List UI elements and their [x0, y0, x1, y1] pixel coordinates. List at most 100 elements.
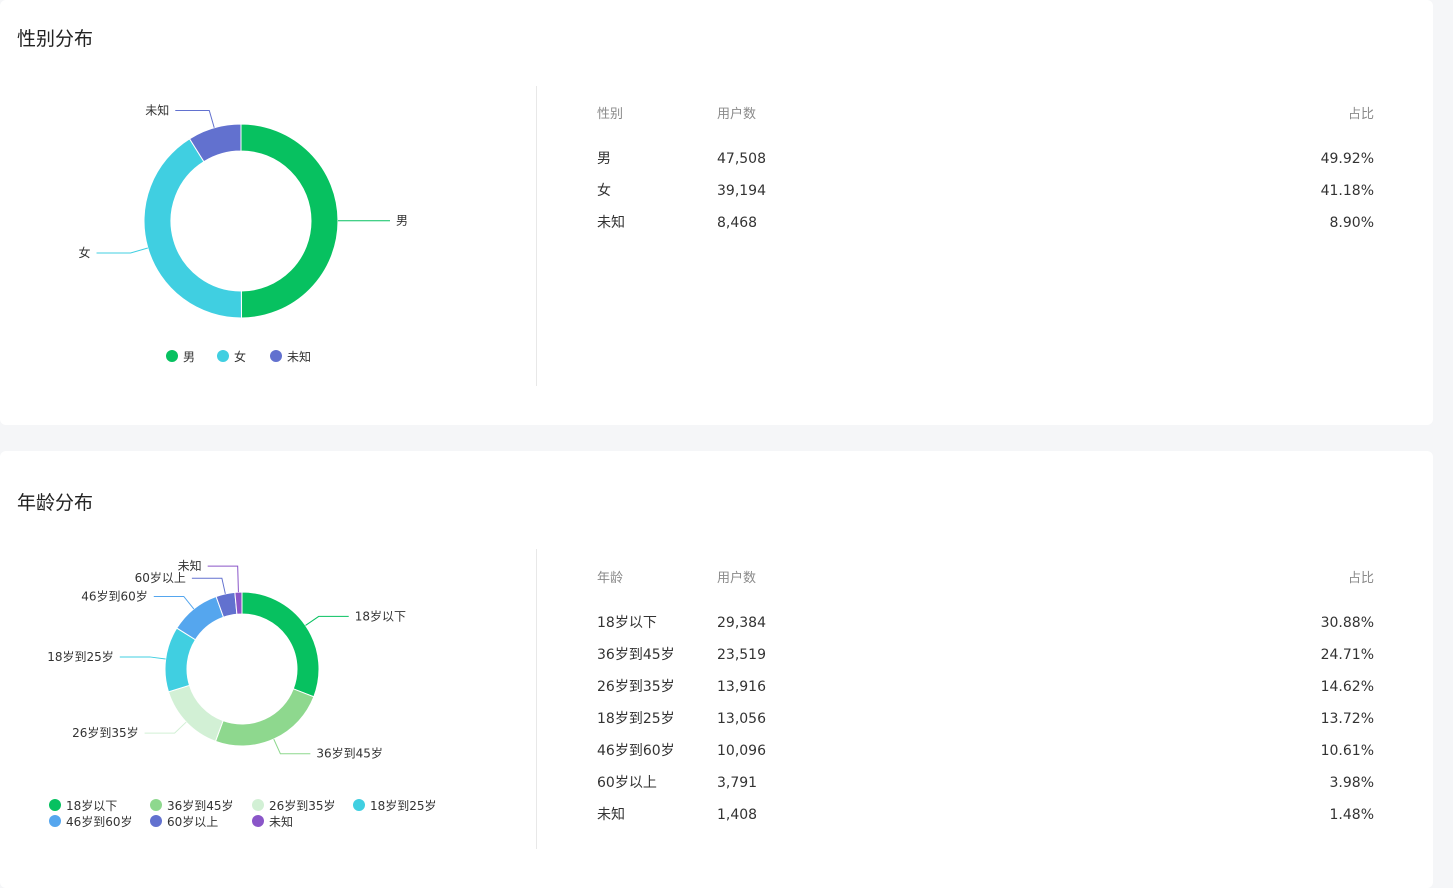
legend-label: 46岁到60岁 — [66, 814, 133, 829]
gender-card: 性别分布 男女未知男女未知 性别 用户数 占比 男 47,508 49.92% … — [0, 0, 1433, 425]
row-users: 13,916 — [717, 679, 766, 695]
table-row: 46岁到60岁 10,096 10.61% — [597, 742, 1374, 774]
legend-item[interactable]: 女 — [217, 349, 246, 364]
legend-item[interactable]: 60岁以上 — [150, 814, 218, 829]
legend-marker — [150, 815, 162, 827]
row-share: 49.92% — [1320, 151, 1374, 167]
row-label: 未知 — [597, 807, 625, 823]
leader-line — [153, 595, 195, 610]
row-share: 3.98% — [1329, 775, 1374, 791]
leader-line — [175, 109, 215, 128]
table-row: 18岁以下 29,384 30.88% — [597, 614, 1374, 646]
header-share: 占比 — [1347, 571, 1374, 586]
age-divider — [536, 549, 537, 849]
slice-label: 男 — [396, 214, 408, 228]
legend-marker — [150, 799, 162, 811]
row-label: 未知 — [597, 215, 625, 231]
row-users: 1,408 — [717, 807, 758, 823]
table-header: 性别 用户数 占比 — [597, 106, 1374, 150]
gender-divider — [536, 86, 537, 386]
age-chart: 18岁以下 36岁到45岁 26岁到35岁 18岁到25岁 46岁到60岁 60岁以上 未知… — [0, 451, 536, 888]
table-row: 男 47,508 49.92% — [597, 150, 1374, 182]
slice-label: 26岁到35岁 — [72, 725, 139, 740]
slice-18岁以下[interactable] — [241, 591, 320, 698]
row-share: 13.72% — [1320, 711, 1374, 727]
leader-line — [207, 565, 239, 593]
legend-label: 36岁到45岁 — [167, 798, 234, 813]
table-row: 26岁到35岁 13,916 14.62% — [597, 678, 1374, 710]
legend-marker — [252, 815, 264, 827]
age-table: 年龄 用户数 占比 18岁以下 29,384 30.88% 36岁到45岁 23… — [597, 570, 1374, 838]
legend-item[interactable]: 未知 — [270, 350, 311, 364]
row-users: 39,194 — [717, 183, 766, 199]
legend-item[interactable]: 男 — [166, 350, 195, 364]
row-users: 8,468 — [717, 215, 758, 231]
header-age: 年龄 — [597, 571, 624, 586]
row-label: 18岁以下 — [597, 615, 657, 631]
legend-label: 女 — [234, 349, 246, 364]
row-label: 女 — [597, 183, 611, 199]
leader-line — [273, 738, 311, 755]
gender-chart: 男女未知男女未知 — [0, 0, 536, 425]
legend-item[interactable]: 18岁以下 — [49, 798, 117, 813]
header-share: 占比 — [1347, 107, 1374, 122]
slice-男[interactable] — [240, 123, 339, 319]
header-users: 用户数 — [717, 571, 757, 586]
slice-18岁到25岁[interactable] — [164, 627, 197, 693]
header-users: 用户数 — [717, 107, 757, 122]
row-share: 1.48% — [1329, 807, 1374, 823]
slice-label: 36岁到45岁 — [316, 746, 383, 761]
row-label: 60岁以上 — [597, 775, 657, 791]
row-users: 10,096 — [717, 743, 766, 759]
row-users: 23,519 — [717, 647, 766, 663]
legend-marker — [49, 799, 61, 811]
slice-label: 女 — [79, 245, 91, 260]
legend-label: 26岁到35岁 — [269, 798, 336, 813]
row-label: 18岁到25岁 — [597, 711, 675, 727]
slice-36岁到45岁[interactable] — [214, 688, 315, 747]
legend-label: 60岁以上 — [167, 814, 218, 829]
legend-label: 男 — [183, 350, 195, 364]
slice-26岁到35岁[interactable] — [167, 684, 224, 742]
row-share: 30.88% — [1320, 615, 1374, 631]
table-row: 18岁到25岁 13,056 13.72% — [597, 710, 1374, 742]
row-users: 13,056 — [717, 711, 766, 727]
legend-label: 18岁到25岁 — [370, 798, 437, 813]
slice-label: 18岁到25岁 — [47, 649, 114, 664]
row-users: 47,508 — [717, 151, 766, 167]
legend-label: 18岁以下 — [66, 798, 117, 813]
row-share: 14.62% — [1320, 679, 1374, 695]
slice-label: 18岁以下 — [355, 608, 406, 623]
row-share: 24.71% — [1320, 647, 1374, 663]
legend-marker — [270, 350, 282, 362]
age-card: 年龄分布 18岁以下 36岁到45岁 26岁到35岁 18岁到25岁 46岁到60岁 60… — [0, 451, 1433, 888]
row-share: 41.18% — [1320, 183, 1374, 199]
legend-label: 未知 — [269, 815, 293, 829]
slice-label: 未知 — [178, 559, 202, 573]
row-label: 46岁到60岁 — [597, 743, 675, 759]
row-users: 29,384 — [717, 615, 766, 631]
table-row: 女 39,194 41.18% — [597, 182, 1374, 214]
table-row: 60岁以上 3,791 3.98% — [597, 774, 1374, 806]
legend-item[interactable]: 46岁到60岁 — [49, 814, 133, 829]
row-label: 36岁到45岁 — [597, 647, 675, 663]
leader-line — [144, 721, 187, 734]
row-label: 26岁到35岁 — [597, 679, 675, 695]
gender-donut-svg: 男女未知男女未知 — [79, 103, 408, 364]
legend-marker — [353, 799, 365, 811]
slice-label: 未知 — [145, 103, 169, 117]
leader-line — [305, 615, 349, 626]
table-header: 年龄 用户数 占比 — [597, 570, 1374, 614]
legend-item[interactable]: 未知 — [252, 815, 293, 829]
slice-女[interactable] — [143, 138, 242, 319]
row-share: 10.61% — [1320, 743, 1374, 759]
legend-label: 未知 — [287, 350, 311, 364]
legend-marker — [217, 350, 229, 362]
table-row: 36岁到45岁 23,519 24.71% — [597, 646, 1374, 678]
legend-item[interactable]: 18岁到25岁 — [353, 798, 437, 813]
legend-item[interactable]: 26岁到35岁 — [252, 798, 336, 813]
legend-marker — [49, 815, 61, 827]
leader-line — [96, 247, 148, 254]
leader-line — [119, 656, 166, 660]
legend-item[interactable]: 36岁到45岁 — [150, 798, 234, 813]
